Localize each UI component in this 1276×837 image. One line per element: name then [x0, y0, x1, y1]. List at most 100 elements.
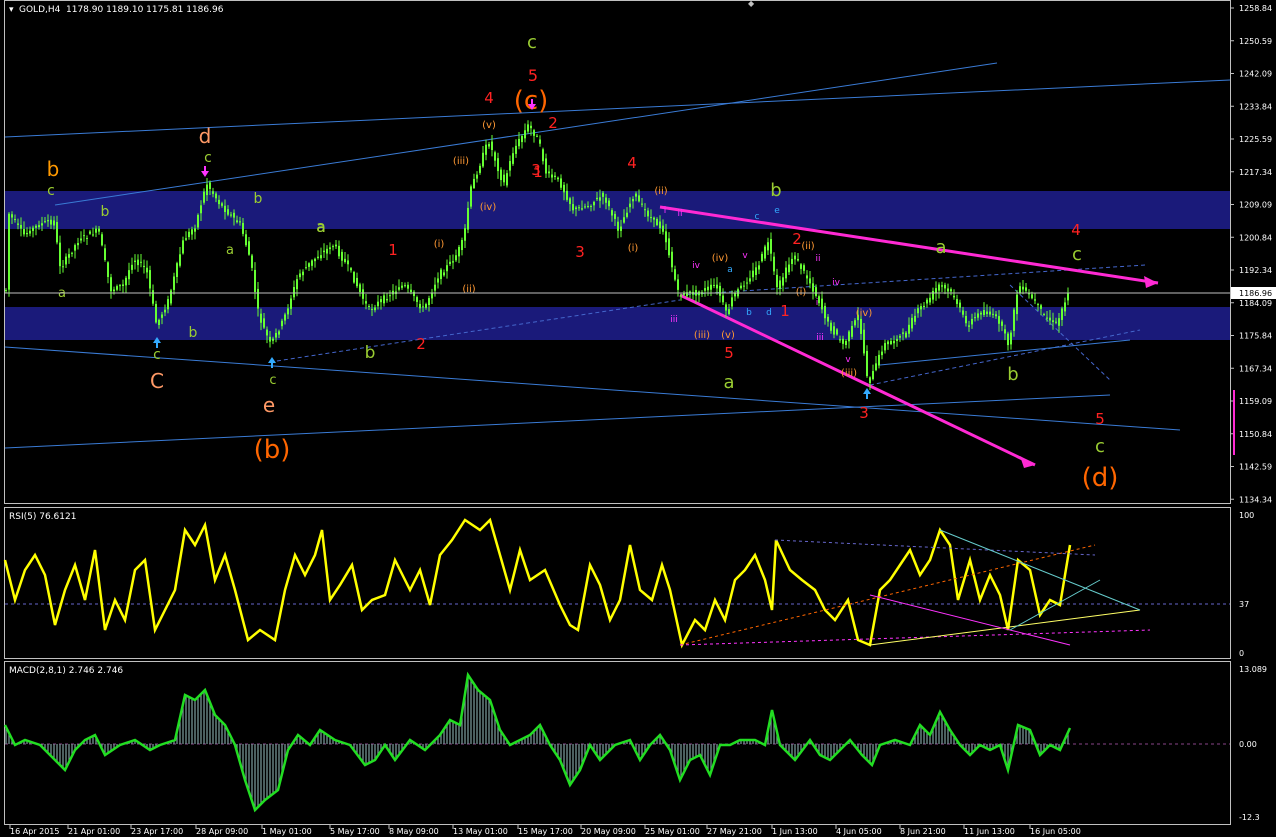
- candle-body: [1013, 309, 1015, 331]
- candle-body: [344, 258, 346, 263]
- wave-label: i: [816, 298, 819, 308]
- candle-body: [566, 190, 568, 200]
- candle-body: [386, 299, 388, 301]
- candle-body: [866, 350, 868, 377]
- candle-body: [653, 217, 655, 220]
- candle-body: [893, 340, 895, 344]
- wave-label: c: [269, 373, 276, 388]
- candle-body: [1064, 302, 1066, 312]
- candle-body: [317, 256, 319, 259]
- candle-body: [188, 231, 190, 238]
- candle-body: [380, 299, 382, 303]
- candle-body: [320, 255, 322, 259]
- candle-body: [551, 174, 553, 178]
- candle-body: [209, 182, 211, 190]
- candle-body: [818, 296, 820, 304]
- candle-body: [635, 193, 637, 197]
- candle-body: [233, 212, 235, 218]
- candle-body: [524, 130, 526, 139]
- candle-body: [479, 165, 481, 173]
- candle-body: [899, 335, 901, 338]
- wave-annotations: bcbacCdcbaabce(b)ab12(i)(ii)(iii)(iv)(v)…: [47, 32, 1119, 493]
- candle-body: [206, 184, 208, 196]
- candle-body: [974, 317, 976, 319]
- candle-body: [620, 226, 622, 231]
- candle-body: [1040, 305, 1042, 309]
- candle-body: [161, 314, 163, 318]
- wave-label: iv: [832, 278, 841, 288]
- chart-title-arrow[interactable]: ▾: [9, 5, 14, 15]
- wave-arrow-marker: [268, 357, 276, 363]
- candle-body: [230, 214, 232, 216]
- candle-body: [122, 284, 124, 286]
- wave-label: 3: [859, 404, 869, 422]
- time-tick-label: 16 Jun 05:00: [1030, 827, 1081, 836]
- candle-body: [845, 340, 847, 345]
- candle-body: [494, 152, 496, 161]
- candle-body: [1016, 294, 1018, 315]
- candle-body: [869, 377, 871, 384]
- candle-body: [332, 246, 334, 248]
- candle-body: [689, 291, 691, 293]
- wave-label: (iii): [694, 330, 710, 341]
- wave-label: b: [254, 191, 263, 207]
- candle-body: [35, 225, 37, 228]
- candle-body: [983, 310, 985, 315]
- chart-canvas[interactable]: bcbacCdcbaabce(b)ab12(i)(ii)(iii)(iv)(v)…: [0, 0, 1276, 837]
- wave-label: c: [47, 183, 55, 199]
- candle-body: [197, 214, 199, 228]
- candle-body: [1049, 317, 1051, 321]
- time-tick-label: 23 Apr 17:00: [131, 827, 183, 836]
- time-tick-label: 8 Jun 21:00: [900, 827, 946, 836]
- candle-body: [989, 311, 991, 315]
- wave-label: c: [755, 212, 760, 222]
- rsi-trend-line: [1009, 579, 1101, 631]
- candle-body: [458, 246, 460, 257]
- price-tick-label: 1233.84: [1239, 102, 1272, 111]
- candle-body: [284, 314, 286, 321]
- candle-body: [266, 329, 268, 336]
- candle-body: [512, 153, 514, 164]
- candle-body: [953, 295, 955, 298]
- candle-body: [368, 305, 370, 307]
- candle-body: [851, 325, 853, 337]
- candle-body: [170, 290, 172, 304]
- candle-body: [590, 205, 592, 207]
- price-axis: 1258.84 1250.59 1242.09 1233.84 1225.59 1217.…: [1230, 4, 1272, 504]
- candle-body: [413, 291, 415, 297]
- candle-body: [38, 225, 40, 228]
- candle-body: [704, 288, 706, 291]
- wave-label: e: [263, 393, 275, 417]
- candle-body: [323, 250, 325, 253]
- candle-body: [890, 340, 892, 345]
- price-tick-label: 1167.34: [1239, 364, 1272, 373]
- candle-body: [614, 213, 616, 219]
- candle-body: [662, 225, 664, 232]
- candle-body: [764, 246, 766, 259]
- time-tick-label: 27 May 21:00: [707, 827, 762, 836]
- candle-body: [8, 213, 10, 290]
- candle-body: [29, 230, 31, 234]
- macd-tick-high: 13.089: [1239, 665, 1267, 674]
- candle-body: [533, 130, 535, 136]
- rsi-tick-100: 100: [1239, 511, 1254, 520]
- candle-body: [14, 219, 16, 221]
- candle-body: [641, 203, 643, 205]
- candle-body: [629, 203, 631, 208]
- candle-body: [902, 332, 904, 334]
- candle-body: [110, 277, 112, 292]
- candle-body: [158, 319, 160, 326]
- wave-label: 1: [780, 302, 790, 320]
- candle-body: [377, 301, 379, 307]
- candle-body: [917, 308, 919, 314]
- candle-body: [863, 329, 865, 354]
- time-tick-label: 15 May 17:00: [518, 827, 573, 836]
- candle-body: [788, 264, 790, 273]
- rsi-indicator: [3, 517, 1230, 649]
- candle-body: [86, 237, 88, 239]
- trend-arrowhead: [1020, 456, 1035, 468]
- top-scroll-marker[interactable]: ◆: [748, 0, 755, 8]
- price-tick-label: 1192.34: [1239, 266, 1272, 275]
- candle-body: [239, 221, 241, 223]
- candle-body: [632, 198, 634, 202]
